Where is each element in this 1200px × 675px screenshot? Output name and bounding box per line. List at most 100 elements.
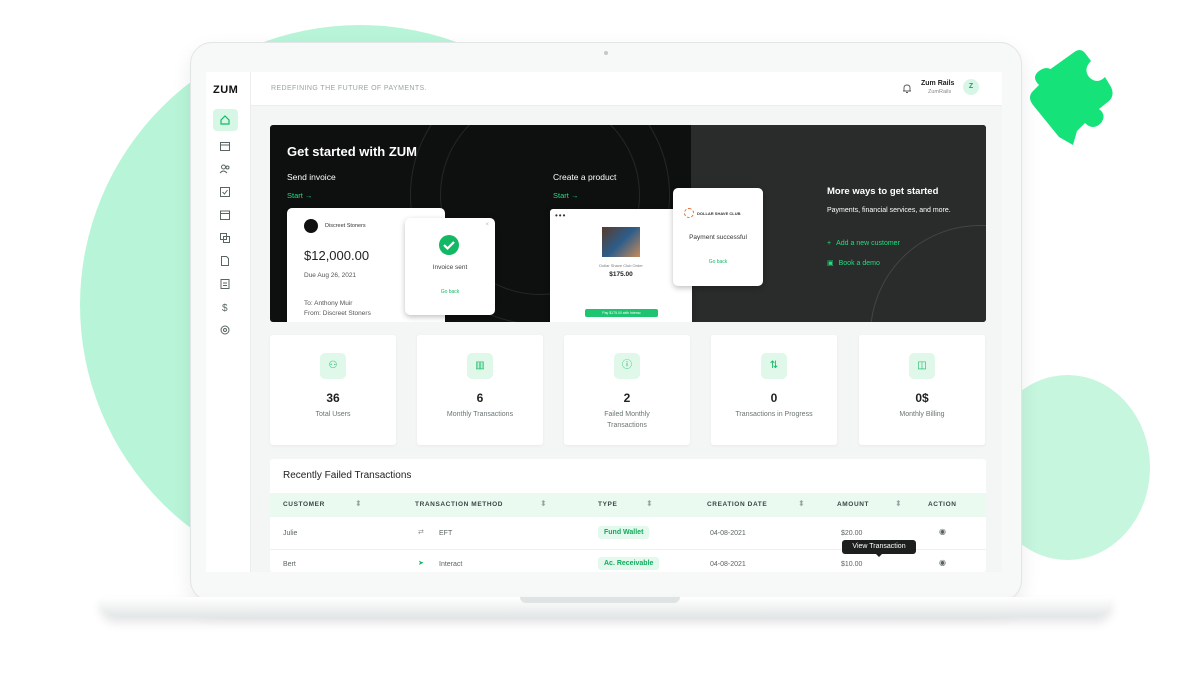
payment-success-label: Payment successful	[689, 234, 747, 241]
product-name: Dollar Shave Club Order	[599, 263, 643, 268]
stat-card-monthly-transactions[interactable]: ▥ 6 Monthly Transactions	[417, 335, 543, 445]
alert-icon: ⓘ	[614, 353, 640, 379]
table-header	[270, 493, 986, 517]
column-header-type[interactable]: TYPE	[598, 501, 617, 508]
invoice-amount: $12,000.00	[304, 248, 370, 263]
create-product-start-link[interactable]: Start →	[553, 191, 578, 200]
add-customer-link[interactable]: + Add a new customer	[827, 240, 900, 247]
bell-icon[interactable]	[902, 83, 912, 94]
invoice-sent-label: Invoice sent	[432, 264, 468, 271]
stat-value: 0$	[915, 391, 929, 405]
home-icon[interactable]	[219, 114, 231, 126]
tagline: REDEFINING THE FUTURE OF PAYMENTS.	[271, 85, 427, 92]
stat-label: Transactions in Progress	[735, 411, 813, 418]
type-badge: Fund Wallet	[598, 526, 650, 539]
stat-card-monthly-billing[interactable]: ◫ 0$ Monthly Billing	[859, 335, 985, 445]
stat-card-in-progress[interactable]: ⇅ 0 Transactions in Progress	[711, 335, 837, 445]
top-bar: REDEFINING THE FUTURE OF PAYMENTS. Zum R…	[251, 72, 1002, 106]
calendar-icon: ▣	[827, 260, 834, 267]
column-header-customer[interactable]: CUSTOMER	[283, 501, 325, 508]
cell-date: 04-08-2021	[710, 561, 746, 568]
logo: ZUM	[213, 84, 239, 96]
send-icon: ➤	[418, 560, 424, 567]
payment-success-card: DOLLAR SHAVE CLUB Payment successful Go …	[673, 188, 763, 286]
app-screen: ZUM $ REDEFINING THE FUTURE OF PAYMENTS.…	[206, 72, 1002, 572]
invoice-due-date: Due Aug 26, 2021	[304, 272, 357, 279]
sidebar: ZUM $	[206, 72, 251, 572]
stat-label: Total Users	[315, 411, 351, 418]
product-price: $175.00	[609, 271, 633, 278]
product-pay-button[interactable]: Pay $175.00 with Interac	[585, 309, 658, 317]
stat-label: Failed Monthly Transactions	[604, 411, 650, 429]
book-demo-link[interactable]: ▣ Book a demo	[827, 259, 880, 267]
get-started-banner: Get started with ZUM Send invoice Start …	[270, 125, 986, 322]
report-icon[interactable]	[219, 278, 231, 290]
stat-card-total-users[interactable]: ⚇ 36 Total Users	[270, 335, 396, 445]
column-header-method[interactable]: TRANSACTION METHOD	[415, 501, 503, 508]
cell-amount: $10.00	[841, 561, 863, 568]
column-header-date[interactable]: CREATION DATE	[707, 501, 767, 508]
copy-icon[interactable]	[219, 232, 231, 244]
laptop-notch	[520, 597, 680, 603]
book-demo-label: Book a demo	[838, 260, 880, 267]
product-image	[602, 227, 640, 257]
settings-icon[interactable]	[219, 324, 231, 336]
schedule-icon[interactable]	[219, 209, 231, 221]
merchant-logo-icon	[684, 208, 694, 218]
stage: ZUM $ REDEFINING THE FUTURE OF PAYMENTS.…	[0, 0, 1200, 675]
calendar-icon[interactable]	[219, 140, 231, 152]
send-invoice-label: Send invoice	[287, 172, 336, 182]
view-eye-icon[interactable]: ◉	[939, 527, 946, 536]
invoice-go-back-link[interactable]: Go back	[405, 289, 495, 295]
stat-value: 0	[770, 391, 778, 405]
cell-method: EFT	[439, 530, 453, 537]
type-badge: Ac. Receivable	[598, 557, 660, 570]
svg-text:$: $	[222, 303, 228, 313]
sort-icon[interactable]: ⬍	[646, 499, 653, 508]
stat-value: 6	[476, 391, 484, 405]
checklist-icon[interactable]	[219, 186, 231, 198]
plus-icon: +	[827, 240, 832, 247]
chart-icon: ▥	[467, 353, 493, 379]
payment-go-back-link[interactable]: Go back	[673, 259, 763, 265]
stat-label: Monthly Transactions	[446, 411, 514, 418]
wallet-icon: ◫	[909, 353, 935, 379]
product-preview-card: ••• Dollar Shave Club Order $175.00 Pay …	[550, 209, 692, 322]
user-name[interactable]: Zum Rails	[921, 80, 954, 87]
column-header-action: ACTION	[928, 501, 957, 508]
merchant-name: DOLLAR SHAVE CLUB	[697, 211, 741, 216]
dollar-icon[interactable]: $	[219, 301, 231, 313]
more-ways-description: Payments, financial services, and more.	[827, 207, 951, 214]
invoice-company: Discreet Stoners	[325, 223, 366, 229]
sort-icon[interactable]: ⬍	[355, 499, 362, 508]
close-icon[interactable]: ×	[485, 222, 489, 228]
cell-amount: $20.00	[841, 530, 863, 537]
users-icon[interactable]	[219, 163, 231, 175]
invoice-sent-card: × Invoice sent Go back	[405, 218, 495, 315]
sort-icon[interactable]: ⬍	[540, 499, 547, 508]
stat-card-failed-transactions[interactable]: ⓘ 2 Failed Monthly Transactions	[564, 335, 690, 445]
invoice-from: From: Discreet Stoners	[304, 310, 371, 317]
cell-date: 04-08-2021	[710, 530, 746, 537]
avatar[interactable]: Z	[963, 79, 979, 95]
sort-icon[interactable]: ⬍	[798, 499, 805, 508]
more-ways-title: More ways to get started	[827, 186, 939, 197]
stat-value: 36	[326, 391, 340, 405]
table-title: Recently Failed Transactions	[283, 470, 412, 481]
puzzle-icon	[1030, 50, 1113, 145]
invoice-to: To: Anthony Muir	[304, 300, 353, 307]
view-eye-icon[interactable]: ◉	[939, 558, 946, 567]
banner-title: Get started with ZUM	[287, 144, 418, 159]
stat-label: Monthly Billing	[899, 411, 945, 418]
create-product-label: Create a product	[553, 172, 617, 182]
send-invoice-start-link[interactable]: Start →	[287, 191, 312, 200]
add-customer-label: Add a new customer	[836, 240, 900, 247]
cell-method: Interact	[439, 561, 463, 568]
user-subtitle: ZumRails	[928, 89, 952, 95]
view-transaction-tooltip: View Transaction	[842, 540, 916, 557]
product-pay-button-label: Pay $175.00 with Interac	[602, 311, 641, 315]
sort-icon[interactable]: ⬍	[895, 499, 902, 508]
stat-value: 2	[623, 391, 631, 405]
column-header-amount[interactable]: AMOUNT	[837, 501, 869, 508]
document-icon[interactable]	[219, 255, 231, 267]
